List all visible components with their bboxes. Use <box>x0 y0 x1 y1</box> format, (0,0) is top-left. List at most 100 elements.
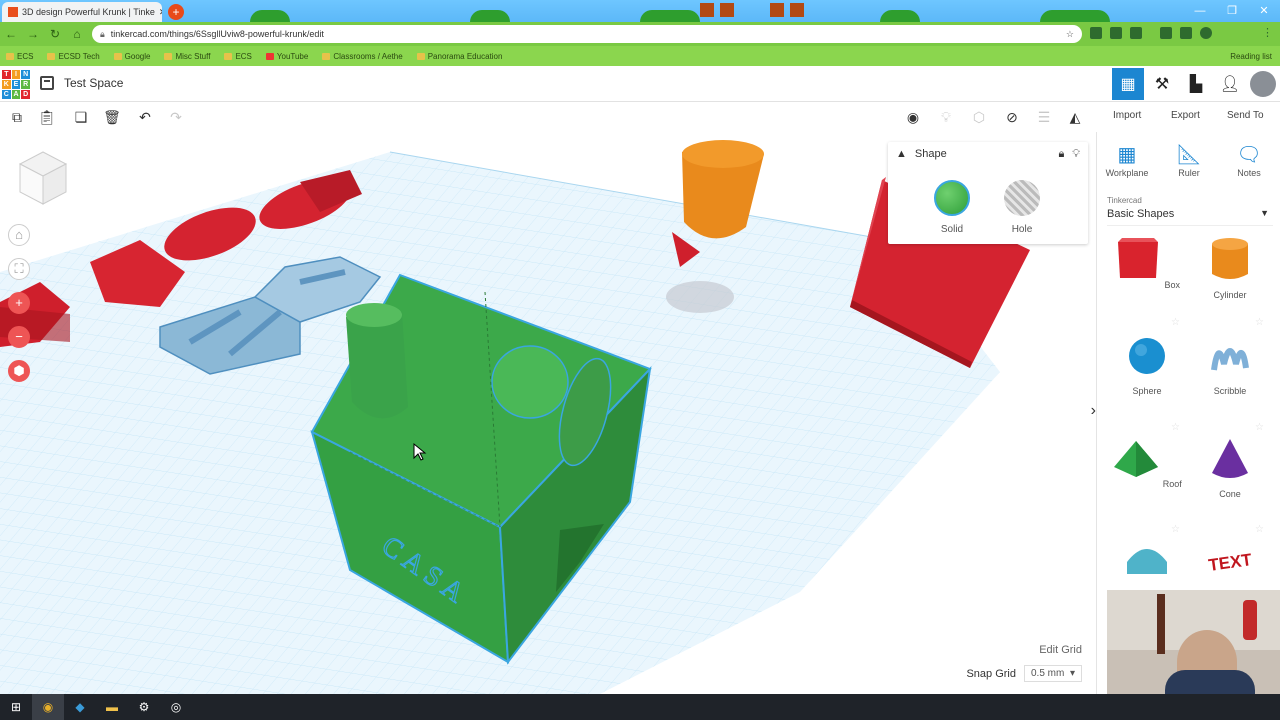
bookmark-item[interactable]: ECS <box>224 52 252 61</box>
shape-cone[interactable]: Cone <box>1195 437 1265 499</box>
shape-half-cylinder[interactable] <box>1112 538 1182 590</box>
shape-cylinder[interactable]: Cylinder <box>1195 238 1265 300</box>
bookmark-item[interactable]: Classrooms / Aethe <box>322 52 403 61</box>
favorite-star-icon[interactable]: ☆ <box>1171 317 1180 328</box>
close-tab-icon[interactable]: ✕ <box>159 7 162 18</box>
undo-button[interactable]: ↶ <box>136 108 154 126</box>
favorite-star-icon[interactable]: ☆ <box>1255 422 1264 433</box>
tinkercad-logo[interactable]: T I N K E R C A D <box>2 70 30 99</box>
restore-window-icon[interactable]: ❐ <box>1216 0 1248 22</box>
mirror-icon: ◭ <box>1069 109 1081 125</box>
paste-button[interactable]: 📋︎ <box>38 108 56 126</box>
solid-option[interactable]: Solid <box>922 180 982 235</box>
browser-tab-active[interactable]: 3D design Powerful Krunk | Tinke ✕ <box>2 2 162 22</box>
favorite-star-icon[interactable]: ☆ <box>1255 317 1264 328</box>
zoom-out-button[interactable]: − <box>8 326 30 348</box>
taskbar-file-explorer[interactable]: ▬ <box>96 694 128 720</box>
shape-text[interactable]: TEXT <box>1195 538 1265 590</box>
favorite-star-icon[interactable]: ☆ <box>1255 524 1264 535</box>
copy-button[interactable]: ⧉ <box>8 108 26 126</box>
new-tab-button[interactable]: + <box>168 4 184 20</box>
start-button[interactable]: ⊞ <box>0 694 32 720</box>
workplane[interactable]: CASA ⌂ ⛶ + − ⬢ ▲ Shape 🔒︎ 💡︎ Solid Hole <box>0 132 1096 694</box>
taskbar-app[interactable]: ⚙ <box>128 694 160 720</box>
delete-button[interactable]: 🗑︎ <box>103 108 121 126</box>
bookmark-item[interactable]: ECS <box>6 52 33 61</box>
design-title[interactable]: Test Space <box>64 76 123 90</box>
favorite-star-icon[interactable]: ☆ <box>1171 524 1180 535</box>
export-button[interactable]: Export <box>1171 110 1200 121</box>
home-view-button[interactable]: ⌂ <box>8 224 30 246</box>
shape-scribble[interactable]: Scribble <box>1195 334 1265 396</box>
mirror-button[interactable]: ◭ <box>1066 108 1084 126</box>
add-user-icon: 👤︎ <box>1219 76 1241 93</box>
edit-grid-button[interactable]: Edit Grid <box>1039 644 1082 656</box>
bookmark-item[interactable]: YouTube <box>265 52 308 61</box>
3d-view-button[interactable]: ▦ <box>1112 68 1144 100</box>
snap-grid-select[interactable]: 0.5 mm ▾ <box>1024 665 1082 682</box>
roof-shape-icon <box>1114 441 1159 477</box>
send-to-button[interactable]: Send To <box>1227 110 1264 121</box>
extension-icon[interactable] <box>1130 27 1142 39</box>
blocks-view-button[interactable]: ⚒ <box>1146 68 1178 100</box>
shape-roof[interactable]: Roof <box>1112 437 1182 489</box>
workplane-button[interactable]: ▦ Workplane <box>1105 142 1149 178</box>
import-button[interactable]: Import <box>1113 110 1141 121</box>
reload-icon[interactable]: ↻ <box>44 27 66 41</box>
redo-icon: ↷ <box>170 109 182 125</box>
bookmark-item[interactable]: ECSD Tech <box>47 52 100 61</box>
align-icon: ☰ <box>1037 109 1051 125</box>
bookmark-star-icon[interactable]: ☆ <box>1066 25 1074 43</box>
ortho-view-button[interactable]: ⬢ <box>8 360 30 382</box>
url-input[interactable]: 🔒︎ tinkercad.com/things/6SsgllUviw8-power… <box>92 25 1082 43</box>
shape-box[interactable]: Box <box>1112 238 1182 290</box>
taskbar-app[interactable]: ◆ <box>64 694 96 720</box>
bookmark-item[interactable]: Misc Stuff <box>164 52 210 61</box>
notes-button[interactable]: 🗨︎ Notes <box>1227 142 1271 178</box>
duplicate-button[interactable]: ❏ <box>72 108 90 126</box>
lock-icon[interactable]: 🔒︎ <box>1058 148 1064 161</box>
fit-view-button[interactable]: ⛶ <box>8 258 30 280</box>
taskbar-chrome[interactable]: ◉ <box>32 694 64 720</box>
shape-sphere[interactable]: Sphere <box>1112 334 1182 396</box>
light-bulb-icon[interactable]: 💡︎ <box>1072 148 1080 161</box>
taskbar-app[interactable]: ◎ <box>160 694 192 720</box>
designs-menu-icon[interactable] <box>40 76 54 90</box>
align-button[interactable]: ☰ <box>1035 108 1053 126</box>
webcam-overlay <box>1107 590 1280 694</box>
back-icon[interactable]: ← <box>0 27 22 41</box>
blocks-icon: ⚒ <box>1154 76 1170 93</box>
add-user-button[interactable]: 👤︎ <box>1214 68 1246 100</box>
bricks-view-button[interactable]: ▙ <box>1180 68 1212 100</box>
browser-menu-icon[interactable]: ⋮ <box>1262 27 1274 39</box>
profile-icon[interactable] <box>1200 27 1212 39</box>
hole-option[interactable]: Hole <box>992 180 1052 235</box>
ungroup-button[interactable]: ⊘ <box>1003 108 1021 126</box>
cone-shape-icon <box>1212 439 1248 478</box>
ruler-button[interactable]: 📐︎ Ruler <box>1167 142 1211 178</box>
light-button[interactable]: 💡︎ <box>937 108 955 126</box>
view-cube[interactable] <box>18 150 68 206</box>
shape-library-select[interactable]: Tinkercad Basic Shapes ▼ <box>1107 196 1273 226</box>
extension-icon[interactable] <box>1090 27 1102 39</box>
group-button[interactable]: ⬡ <box>970 108 988 126</box>
extension-icon[interactable] <box>1180 27 1192 39</box>
bookmark-item[interactable]: Panorama Education <box>416 52 502 61</box>
redo-button[interactable]: ↷ <box>167 108 185 126</box>
brick-icon: ▙ <box>1189 76 1203 93</box>
bookmark-item[interactable]: Google <box>113 52 150 61</box>
favorite-star-icon[interactable]: ☆ <box>1171 422 1180 433</box>
reading-list-button[interactable]: Reading list <box>1230 52 1272 61</box>
avatar[interactable] <box>1250 71 1276 97</box>
notes-toggle-button[interactable]: ◉ <box>904 108 922 126</box>
zoom-in-button[interactable]: + <box>8 292 30 314</box>
close-window-icon[interactable]: ✕ <box>1248 0 1280 22</box>
fit-icon: ⛶ <box>14 261 24 276</box>
home-icon[interactable]: ⌂ <box>66 27 88 41</box>
extension-icon[interactable] <box>1160 27 1172 39</box>
browser-address-bar: ← → ↻ ⌂ 🔒︎ tinkercad.com/things/6SsgllUvi… <box>0 22 1280 46</box>
collapse-inspector-icon[interactable]: ▲ <box>896 148 907 160</box>
forward-icon[interactable]: → <box>22 27 44 41</box>
extension-icon[interactable] <box>1110 27 1122 39</box>
minimize-window-icon[interactable]: — <box>1184 0 1216 22</box>
